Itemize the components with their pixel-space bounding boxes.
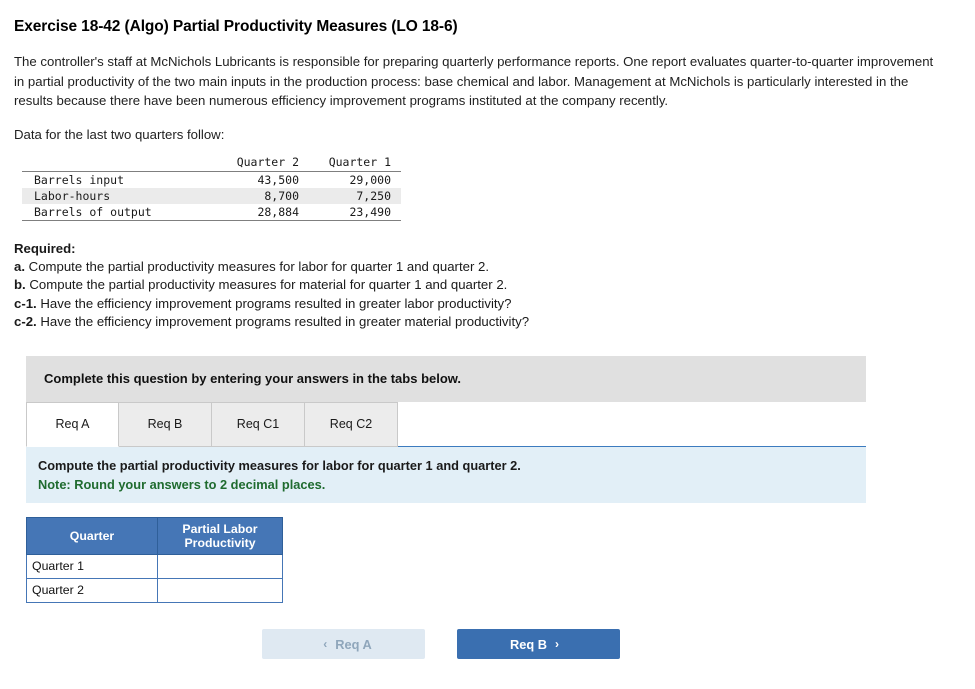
quarter-1-productivity-input[interactable] bbox=[158, 554, 282, 578]
chevron-left-icon: ‹ bbox=[323, 637, 328, 651]
tab-req-a[interactable]: Req A bbox=[26, 401, 119, 447]
exercise-page: Exercise 18-42 (Algo) Partial Productivi… bbox=[0, 0, 975, 689]
question-panel: Compute the partial productivity measure… bbox=[26, 446, 866, 503]
data-col-blank bbox=[22, 153, 217, 172]
row-value-q1: 23,490 bbox=[309, 203, 401, 221]
answer-table-wrap: Quarter Partial Labor Productivity Quart… bbox=[26, 516, 957, 603]
answer-header-row: Quarter Partial Labor Productivity bbox=[26, 516, 283, 555]
requirement-c1-marker: c-1. bbox=[14, 295, 37, 311]
quarter-data-table: Quarter 2 Quarter 1 Barrels input 43,500… bbox=[22, 153, 401, 221]
row-value-q2: 28,884 bbox=[217, 203, 309, 221]
page-title: Exercise 18-42 (Algo) Partial Productivi… bbox=[14, 18, 458, 35]
next-button-label: Req B bbox=[510, 636, 547, 652]
requirement-c1-text: Have the efficiency improvement programs… bbox=[40, 295, 512, 311]
answer-input-cell-quarter-2[interactable] bbox=[157, 577, 283, 603]
chevron-right-icon: › bbox=[554, 637, 559, 651]
answer-table: Quarter Partial Labor Productivity Quart… bbox=[26, 516, 283, 603]
answer-row-label: Quarter 1 bbox=[26, 553, 158, 579]
requirement-a-text: Compute the partial productivity measure… bbox=[28, 258, 490, 274]
row-value-q2: 43,500 bbox=[257, 172, 299, 187]
answer-col-partial-labor-productivity: Partial Labor Productivity bbox=[157, 516, 283, 555]
data-lead-text: Data for the last two quarters follow: bbox=[14, 126, 225, 142]
answer-input-cell-quarter-1[interactable] bbox=[157, 553, 283, 579]
requirement-b-marker: b. bbox=[14, 277, 26, 292]
requirement-c2-marker: c-2. bbox=[14, 314, 37, 329]
answer-row-label: Quarter 2 bbox=[26, 577, 158, 603]
intro-paragraph: The controller's staff at McNichols Lubr… bbox=[14, 54, 934, 108]
question-prompt: Compute the partial productivity measure… bbox=[38, 457, 521, 473]
quarter-2-productivity-input[interactable] bbox=[158, 578, 282, 602]
answer-col-quarter: Quarter bbox=[26, 516, 158, 555]
tab-req-b[interactable]: Req B bbox=[119, 401, 212, 447]
data-col-quarter2: Quarter 2 bbox=[217, 153, 309, 172]
row-value-q1: 7,250 bbox=[309, 187, 401, 204]
answer-row-quarter-1: Quarter 1 bbox=[26, 553, 283, 579]
answer-col-header-line2: Productivity bbox=[184, 535, 256, 550]
tab-bar: Req A Req B Req C1 Req C2 bbox=[26, 401, 866, 447]
tab-req-c2[interactable]: Req C2 bbox=[305, 401, 398, 447]
row-label: Labor-hours bbox=[22, 187, 217, 204]
table-row: Barrels of output 28,884 23,490 bbox=[22, 203, 401, 221]
prev-button-label: Req A bbox=[335, 636, 372, 652]
answer-row-quarter-2: Quarter 2 bbox=[26, 577, 283, 603]
instruction-bar-text: Complete this question by entering your … bbox=[44, 371, 462, 386]
table-row: Labor-hours 8,700 7,250 bbox=[22, 187, 401, 204]
row-label: Barrels input bbox=[34, 172, 125, 187]
prev-req-a-button[interactable]: ‹ Req A bbox=[262, 629, 425, 659]
tab-req-c1[interactable]: Req C1 bbox=[212, 401, 305, 447]
answer-col-header-line1: Partial Labor bbox=[182, 521, 258, 536]
row-label: Barrels of output bbox=[22, 203, 217, 221]
table-row: Barrels input 43,500 29,000 bbox=[22, 171, 401, 188]
requirement-c2: c-2. Have the efficiency improvement pro… bbox=[14, 313, 957, 332]
next-req-b-button[interactable]: Req B › bbox=[457, 629, 620, 659]
table-header-row: Quarter 2 Quarter 1 bbox=[22, 153, 401, 172]
row-value-q1: 29,000 bbox=[349, 172, 391, 187]
requirement-a: a. Compute the partial productivity meas… bbox=[14, 258, 957, 277]
requirement-b-text: Compute the partial productivity measure… bbox=[29, 277, 508, 292]
required-heading: Required: bbox=[14, 240, 76, 256]
row-value-q2: 8,700 bbox=[217, 187, 309, 204]
question-note: Note: Round your answers to 2 decimal pl… bbox=[38, 476, 326, 492]
data-col-quarter1: Quarter 1 bbox=[309, 153, 401, 172]
requirement-b: b. Compute the partial productivity meas… bbox=[14, 276, 957, 295]
requirement-a-marker: a. bbox=[14, 258, 25, 274]
requirement-c1: c-1. Have the efficiency improvement pro… bbox=[14, 295, 957, 314]
requirement-c2-text: Have the efficiency improvement programs… bbox=[40, 314, 530, 329]
nav-buttons: ‹ Req A Req B › bbox=[262, 629, 620, 659]
instruction-bar: Complete this question by entering your … bbox=[26, 355, 866, 402]
